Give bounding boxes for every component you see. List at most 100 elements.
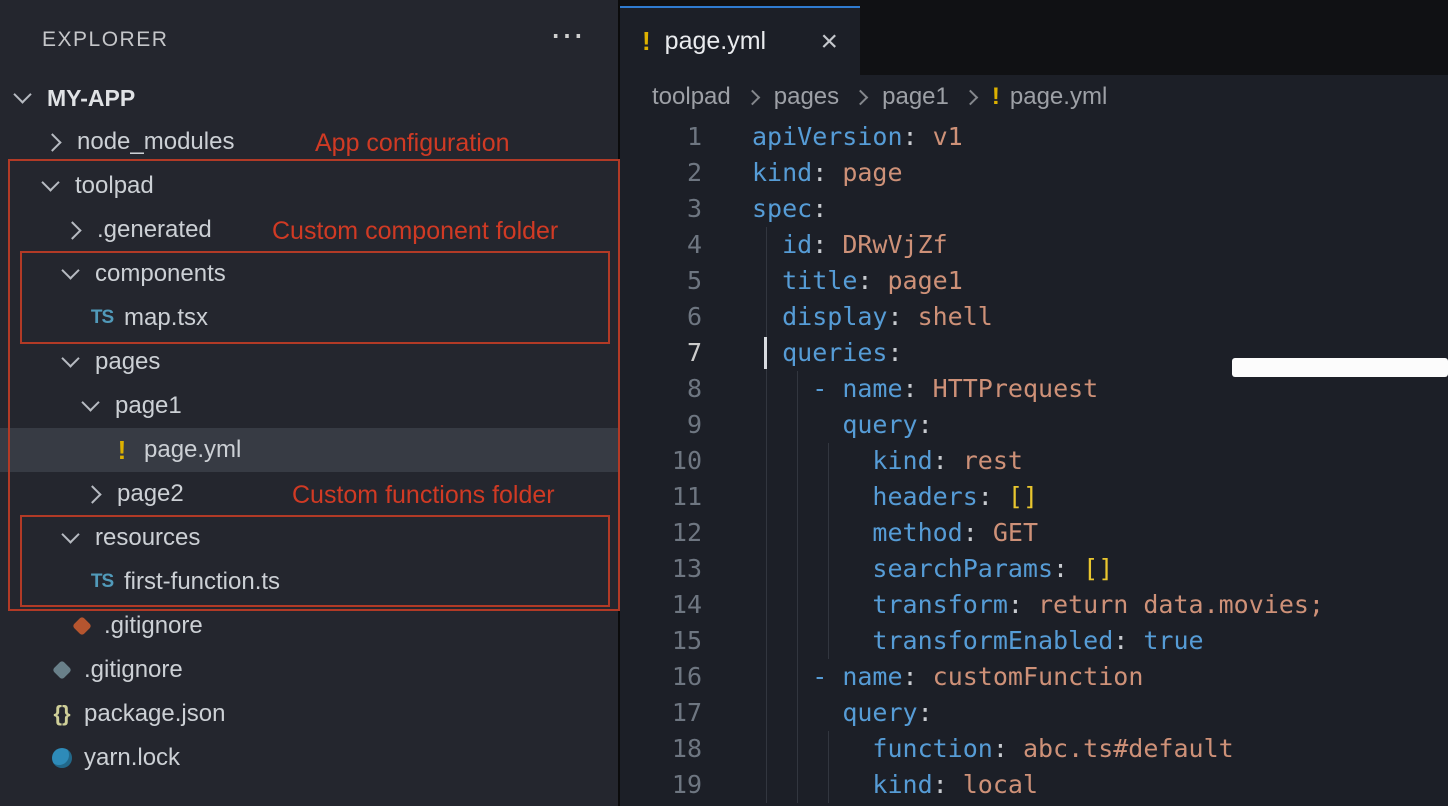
tree-item-page-yml[interactable]: ! page.yml: [0, 428, 618, 472]
file-tree: MY-APP node_modules toolpad .generated c…: [0, 76, 618, 780]
code-text: method: GET: [752, 515, 1038, 551]
code-line: 15 transformEnabled: true: [620, 623, 1448, 659]
tab-title: page.yml: [665, 27, 807, 56]
line-number: 3: [620, 191, 702, 227]
breadcrumb-page1[interactable]: page1: [882, 83, 949, 111]
line-number: 15: [620, 623, 702, 659]
code-line: 17 query:: [620, 695, 1448, 731]
code-line: 8 - name: HTTPrequest: [620, 371, 1448, 407]
chevron-right-icon: [83, 485, 101, 503]
tab-page-yml[interactable]: ! page.yml ×: [620, 6, 860, 75]
editor-pane: ! page.yml × toolpad pages page1 ! page.…: [620, 0, 1448, 806]
chevron-down-icon: [61, 261, 79, 279]
tree-item-gitignore-root[interactable]: .gitignore: [0, 648, 618, 692]
line-number-active: 7: [620, 335, 702, 371]
code-text: title: page1: [752, 263, 963, 299]
code-text: kind: page: [752, 155, 903, 191]
tree-root-my-app[interactable]: MY-APP: [0, 76, 618, 120]
breadcrumb-toolpad[interactable]: toolpad: [652, 83, 731, 111]
code-line: 1 apiVersion: v1: [620, 119, 1448, 155]
yarn-icon: [44, 748, 80, 768]
line-number: 2: [620, 155, 702, 191]
chevron-down-icon: [61, 349, 79, 367]
chevron-right-icon: [43, 133, 61, 151]
chevron-down-icon: [13, 85, 31, 103]
code-text: display: shell: [752, 299, 993, 335]
explorer-sidebar: EXPLORER ⋯ MY-APP node_modules toolpad .…: [0, 0, 618, 806]
code-line: 16 - name: customFunction: [620, 659, 1448, 695]
code-line: 14 transform: return data.movies;: [620, 587, 1448, 623]
line-number: 14: [620, 587, 702, 623]
tree-item-first-function-ts[interactable]: TS first-function.ts: [0, 560, 618, 604]
code-text: apiVersion: v1: [752, 119, 963, 155]
tree-item-components[interactable]: components: [0, 252, 618, 296]
code-line: 11 headers: []: [620, 479, 1448, 515]
line-number: 10: [620, 443, 702, 479]
code-line: 7 queries:: [620, 335, 1448, 371]
chevron-right-icon: [963, 89, 979, 105]
code-text: headers: []: [752, 479, 1038, 515]
tree-item-pages[interactable]: pages: [0, 340, 618, 384]
code-text: - name: customFunction: [752, 659, 1143, 695]
code-line: 4 id: DRwVjZf: [620, 227, 1448, 263]
git-icon: [44, 663, 80, 677]
tree-item-node-modules[interactable]: node_modules: [0, 120, 618, 164]
code-text: - name: HTTPrequest: [752, 371, 1098, 407]
code-text: searchParams: []: [752, 551, 1113, 587]
close-icon[interactable]: ×: [820, 27, 838, 57]
tab-bar: ! page.yml ×: [620, 0, 1448, 75]
tree-item-resources[interactable]: resources: [0, 516, 618, 560]
tree-item-page1[interactable]: page1: [0, 384, 618, 428]
tree-root-label: MY-APP: [47, 85, 135, 112]
line-number: 6: [620, 299, 702, 335]
vscode-window: EXPLORER ⋯ MY-APP node_modules toolpad .…: [0, 0, 1448, 806]
chevron-down-icon: [81, 393, 99, 411]
typescript-icon: TS: [84, 307, 120, 329]
code-text: kind: rest: [752, 443, 1023, 479]
code-line: 12 method: GET: [620, 515, 1448, 551]
line-number: 1: [620, 119, 702, 155]
code-text: kind: local: [752, 767, 1038, 803]
tree-item-toolpad[interactable]: toolpad: [0, 164, 618, 208]
breadcrumb-pages[interactable]: pages: [774, 83, 839, 111]
json-icon: {}: [44, 701, 80, 727]
chevron-right-icon: [63, 221, 81, 239]
tree-item-gitignore-toolpad[interactable]: .gitignore: [0, 604, 618, 648]
warning-icon: !: [642, 26, 651, 57]
line-number: 11: [620, 479, 702, 515]
code-text: query:: [752, 695, 933, 731]
explorer-title: EXPLORER: [42, 28, 168, 52]
code-text: function: abc.ts#default: [752, 731, 1234, 767]
line-number: 18: [620, 731, 702, 767]
line-number: 13: [620, 551, 702, 587]
code-line: 9 query:: [620, 407, 1448, 443]
more-actions-icon[interactable]: ⋯: [550, 16, 586, 56]
annotation-custom-component-folder: Custom component folder: [272, 217, 558, 246]
code-line: 13 searchParams: []: [620, 551, 1448, 587]
typescript-icon: TS: [84, 571, 120, 593]
chevron-down-icon: [41, 173, 59, 191]
line-number: 9: [620, 407, 702, 443]
line-number: 12: [620, 515, 702, 551]
tree-item-map-tsx[interactable]: TS map.tsx: [0, 296, 618, 340]
line-number: 5: [620, 263, 702, 299]
line-number: 4: [620, 227, 702, 263]
code-line: 18 function: abc.ts#default: [620, 731, 1448, 767]
git-icon: [64, 619, 100, 633]
line-number: 8: [620, 371, 702, 407]
line-number: 19: [620, 767, 702, 803]
editor-code-area[interactable]: 1 apiVersion: v1 2 kind: page 3 spec: 4 …: [620, 119, 1448, 803]
chevron-down-icon: [61, 525, 79, 543]
breadcrumb-file[interactable]: page.yml: [1010, 83, 1107, 111]
code-line: 6 display: shell: [620, 299, 1448, 335]
warning-icon: !: [104, 435, 140, 466]
tree-item-yarn-lock[interactable]: yarn.lock: [0, 736, 618, 780]
code-line: 3 spec:: [620, 191, 1448, 227]
code-text: transform: return data.movies;: [752, 587, 1324, 623]
line-number: 17: [620, 695, 702, 731]
code-text: spec:: [752, 191, 827, 227]
code-line: 5 title: page1: [620, 263, 1448, 299]
tree-item-package-json[interactable]: {} package.json: [0, 692, 618, 736]
line-number: 16: [620, 659, 702, 695]
annotation-custom-functions-folder: Custom functions folder: [292, 481, 555, 510]
